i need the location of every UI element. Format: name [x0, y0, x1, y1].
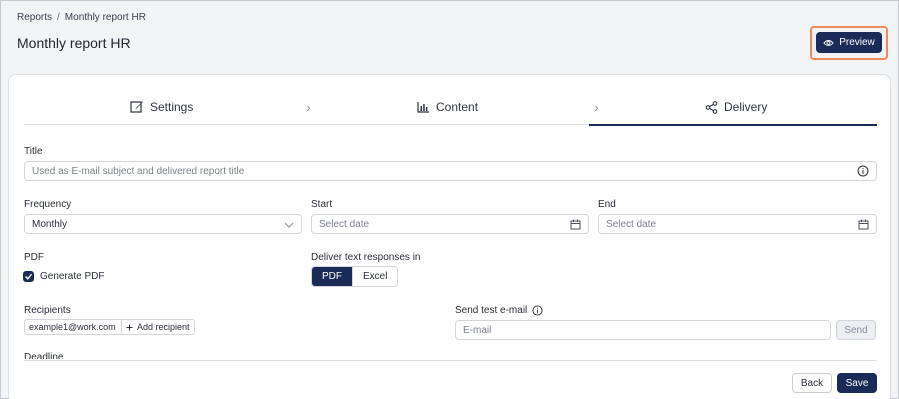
- preview-button-label: Preview: [839, 37, 875, 48]
- plus-icon: [126, 324, 133, 330]
- chevron-right-icon: ›: [594, 99, 599, 115]
- preview-button[interactable]: Preview: [816, 32, 882, 53]
- recipients-label: Recipients: [24, 305, 71, 316]
- test-email-placeholder: E-mail: [463, 324, 492, 336]
- pdf-label: PDF: [24, 252, 44, 263]
- test-email-label-group: Send test e-mail: [455, 305, 543, 316]
- start-date-placeholder: Select date: [319, 218, 370, 230]
- info-icon[interactable]: [532, 305, 543, 316]
- tab-content-label: Content: [436, 100, 479, 114]
- eye-icon: [823, 39, 834, 46]
- generate-pdf-label: Generate PDF: [40, 271, 105, 282]
- end-label: End: [598, 199, 616, 210]
- tab-delivery[interactable]: Delivery: [705, 89, 767, 125]
- calendar-icon[interactable]: [858, 219, 869, 230]
- recipient-chip: example1@work.com: [24, 319, 132, 335]
- edit-icon: [130, 101, 143, 113]
- add-recipient-label: Add recipient: [137, 322, 190, 332]
- breadcrumb: Reports / Monthly report HR: [17, 12, 146, 23]
- breadcrumb-current: Monthly report HR: [64, 12, 146, 23]
- test-email-label: Send test e-mail: [455, 305, 528, 316]
- page-title: Monthly report HR: [17, 35, 131, 51]
- title-label: Title: [24, 146, 43, 157]
- calendar-icon[interactable]: [570, 219, 581, 230]
- deadline-label: Deadline: [24, 352, 64, 359]
- chevron-down-icon: [284, 222, 294, 228]
- title-input[interactable]: Used as E-mail subject and delivered rep…: [24, 161, 877, 181]
- info-icon[interactable]: [857, 165, 869, 177]
- frequency-value: Monthly: [32, 218, 68, 230]
- tab-delivery-label: Delivery: [724, 100, 768, 114]
- test-email-input[interactable]: E-mail: [455, 320, 831, 340]
- start-date-input[interactable]: Select date: [311, 214, 589, 234]
- end-date-placeholder: Select date: [606, 218, 657, 230]
- end-date-input[interactable]: Select date: [598, 214, 877, 234]
- deliver-pdf-option[interactable]: PDF: [312, 267, 352, 286]
- tab-settings-label: Settings: [150, 100, 194, 114]
- send-test-email-button[interactable]: Send: [836, 320, 876, 340]
- chevron-right-icon: ›: [306, 99, 311, 115]
- back-button[interactable]: Back: [792, 373, 832, 393]
- step-tabs: Settings › Content › Delivery: [24, 89, 877, 126]
- tab-settings[interactable]: Settings: [130, 89, 193, 125]
- start-label: Start: [311, 199, 333, 210]
- breadcrumb-reports-link[interactable]: Reports: [17, 12, 52, 23]
- frequency-label: Frequency: [24, 199, 72, 210]
- add-recipient-button[interactable]: Add recipient: [121, 319, 195, 335]
- active-tab-indicator: [589, 124, 877, 126]
- footer-divider: [24, 360, 877, 361]
- title-input-placeholder: Used as E-mail subject and delivered rep…: [32, 165, 245, 177]
- report-card: Settings › Content › Delivery Title Used…: [8, 74, 891, 399]
- share-icon: [705, 100, 718, 114]
- checkbox-checked-icon: [23, 271, 34, 282]
- top-bar: Reports / Monthly report HR Monthly report…: [1, 1, 898, 71]
- bar-chart-icon: [417, 102, 429, 113]
- recipient-email: example1@work.com: [29, 322, 116, 332]
- deliver-format-toggle: PDF Excel: [311, 266, 399, 287]
- breadcrumb-separator: /: [57, 12, 60, 23]
- generate-pdf-checkbox[interactable]: Generate PDF: [23, 271, 104, 282]
- tab-content[interactable]: Content: [417, 89, 478, 125]
- deliver-excel-option[interactable]: Excel: [352, 267, 398, 286]
- deliver-label: Deliver text responses in: [311, 252, 421, 263]
- save-button[interactable]: Save: [837, 373, 877, 393]
- frequency-select[interactable]: Monthly: [24, 214, 302, 234]
